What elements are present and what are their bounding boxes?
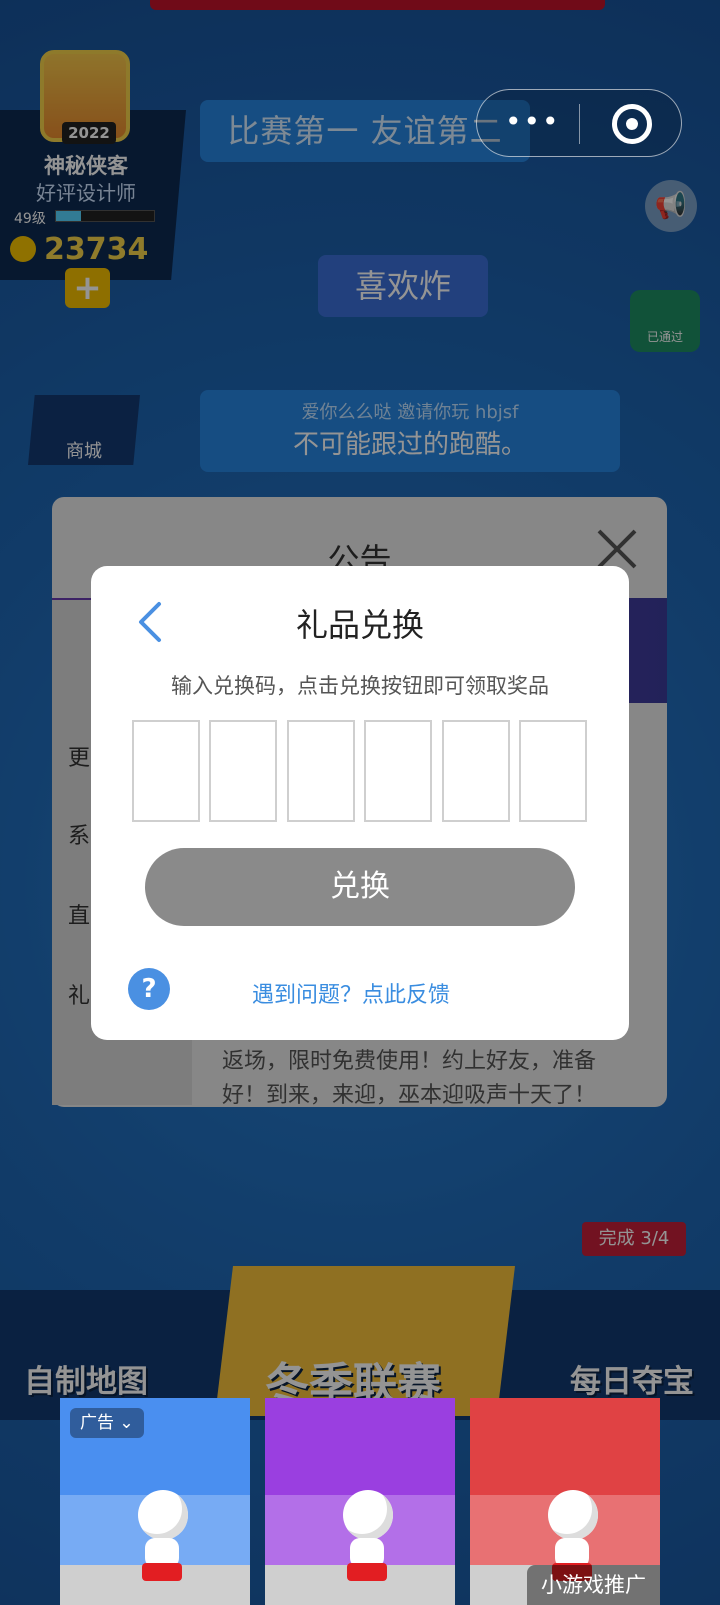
dialog-title: 礼品兑换 (295, 606, 424, 644)
ad-banner[interactable]: 广告 ⌄ 小游戏推广 (60, 1398, 660, 1605)
character-head (138, 1490, 188, 1540)
miniprogram-capsule: ••• (476, 89, 682, 157)
more-options-icon[interactable]: ••• (505, 108, 559, 140)
character-shorts (142, 1563, 182, 1581)
feedback-link[interactable]: 遇到问题？点此反馈 (252, 977, 450, 1009)
redeem-code-input[interactable] (132, 720, 587, 822)
chevron-down-icon: ⌄ (119, 1413, 134, 1433)
ad-label-text: 广告 (80, 1413, 114, 1433)
code-slot[interactable] (518, 720, 587, 822)
capsule-divider (579, 104, 580, 144)
code-slot[interactable] (132, 720, 200, 822)
ad-label[interactable]: 广告 ⌄ (70, 1408, 144, 1438)
code-slot[interactable] (364, 720, 433, 822)
dialog-description: 输入兑换码，点击兑换按钮即可领取奖品 (171, 674, 549, 698)
character-head (548, 1490, 598, 1540)
help-icon[interactable]: ? (128, 968, 170, 1010)
character-head (343, 1490, 393, 1540)
code-slot[interactable] (441, 720, 510, 822)
exit-target-icon[interactable] (612, 104, 652, 144)
redeem-button[interactable]: 兑换 (145, 848, 575, 926)
code-slot[interactable] (209, 720, 278, 822)
code-slot[interactable] (286, 720, 355, 822)
mini-game-promo-label[interactable]: 小游戏推广 (527, 1565, 660, 1605)
character-shorts (347, 1563, 387, 1581)
ad-tile[interactable] (265, 1398, 455, 1605)
